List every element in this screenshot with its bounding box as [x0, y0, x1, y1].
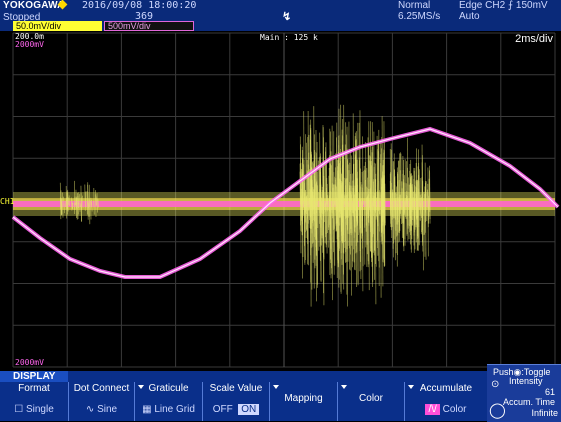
- brand-logo: YOKOGAWA: [3, 0, 65, 11]
- checkbox-icon: ☐: [14, 404, 26, 415]
- ch1-marker: CH1: [0, 197, 15, 206]
- scale-value-softkey[interactable]: Scale Value OFF ON: [202, 382, 269, 421]
- grid-icon: ▦: [142, 404, 155, 415]
- ch2-scale-text: 500mV/div: [108, 21, 151, 31]
- scale-value-label: Scale Value: [209, 383, 263, 394]
- color-label: Color: [359, 393, 383, 404]
- graticule-value: ▦ Line Grid: [135, 404, 202, 415]
- format-label: Format: [18, 383, 50, 394]
- submenu-arrow-icon: [273, 385, 279, 389]
- trigger-setting: Edge CH2 ⨍ 150mV: [459, 0, 548, 11]
- sample-rate: 6.25MS/s: [398, 11, 441, 22]
- dot-connect-value: ∿ Sine: [69, 404, 134, 415]
- ch2-bottom-value: 2000mV: [15, 358, 44, 367]
- mapping-label: Mapping: [284, 393, 323, 404]
- scale-value-options: OFF ON: [203, 404, 269, 415]
- graticule-value-text: Line Grid: [154, 404, 195, 415]
- ch2-top-value: 2000mV: [15, 40, 44, 49]
- accumulate-softkey[interactable]: Accumulate /\/ Color: [404, 382, 487, 421]
- accumulate-label: Accumulate: [419, 383, 473, 394]
- ch1-scale-badge[interactable]: 50.0mV/div: [13, 21, 102, 31]
- menu-title: DISPLAY: [0, 371, 68, 382]
- date-time: 2016/09/08 18:00:20: [82, 0, 197, 11]
- sine-icon: ∿: [85, 404, 98, 415]
- waveform-svg: [11, 32, 560, 368]
- ch1-scale-text: 50.0mV/div: [16, 21, 62, 31]
- intensity-label: Intensity: [509, 376, 543, 386]
- time-per-div: 2ms/div: [515, 33, 553, 45]
- graticule-label: Graticule: [148, 383, 189, 394]
- trigger-mode: Auto: [459, 11, 480, 22]
- waveform-display: 200.0m 2000mV 2000mV CH1: [0, 31, 561, 371]
- status-bar: YOKOGAWA Stopped 2016/09/08 18:00:20 369…: [0, 0, 561, 31]
- ch2-scale-badge[interactable]: 500mV/div: [104, 21, 194, 31]
- knob-panel[interactable]: Push◉:Toggle Intensity ⊙ 61 Accum. Time …: [487, 364, 561, 422]
- accumulate-value-text: Color: [442, 404, 467, 415]
- scale-off-option[interactable]: OFF: [213, 404, 233, 415]
- graticule-softkey[interactable]: Graticule ▦ Line Grid: [134, 382, 202, 421]
- dot-connect-value-text: Sine: [97, 404, 118, 415]
- accum-time-value: Infinite: [531, 408, 558, 418]
- rotary-icon: ⊙: [491, 379, 500, 390]
- dot-connect-softkey[interactable]: Dot Connect ∿ Sine: [68, 382, 134, 421]
- rotary-knob-icon: ◯: [489, 402, 506, 419]
- trigger-position-icon: ↯: [282, 11, 292, 23]
- mapping-softkey[interactable]: Mapping: [269, 382, 337, 421]
- scale-on-option[interactable]: ON: [238, 404, 260, 415]
- color-softkey[interactable]: Color: [337, 382, 404, 421]
- submenu-arrow-icon: [341, 385, 347, 389]
- accumulate-value: /\/ Color: [405, 404, 487, 415]
- dot-connect-label: Dot Connect: [73, 383, 130, 394]
- format-value-text: Single: [25, 404, 54, 415]
- accum-time-label: Accum. Time: [503, 397, 556, 407]
- acquisition-mode: Normal: [398, 0, 431, 11]
- color-accum-icon: /\/: [425, 404, 440, 415]
- format-softkey[interactable]: Format ☐ Single: [0, 382, 68, 421]
- intensity-value: 61: [544, 387, 555, 397]
- format-value: ☐ Single: [0, 404, 68, 415]
- main-record-length: Main : 125 k: [260, 33, 318, 42]
